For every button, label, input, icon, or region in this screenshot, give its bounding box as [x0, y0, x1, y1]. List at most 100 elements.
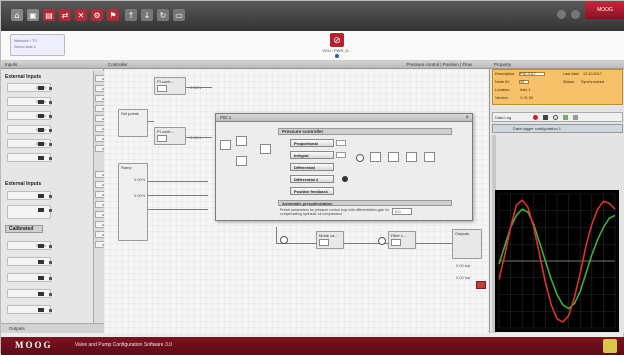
- signal-wire: [148, 209, 208, 210]
- signal-input[interactable]: [7, 205, 52, 219]
- scope-title: Data Log: [495, 115, 512, 120]
- preoptimization-field[interactable]: 0.0: [392, 208, 412, 215]
- prop-label: Location:: [495, 88, 511, 92]
- record-icon[interactable]: [533, 115, 538, 120]
- outputs-bar[interactable]: Outputs: [1, 323, 104, 333]
- prop-value: 35: [520, 80, 525, 84]
- brand-tab: MOOG: [585, 1, 624, 19]
- preoptimization-text: Preset parameters for pressure control l…: [280, 208, 390, 216]
- dialog-block[interactable]: [388, 152, 399, 162]
- block-mode-control[interactable]: Mode ca...: [316, 231, 344, 249]
- dialog-input-block[interactable]: [260, 144, 271, 154]
- signal-input[interactable]: 0.00%: [7, 83, 52, 92]
- block-filter-control[interactable]: Filter c...: [388, 231, 416, 249]
- prop-value: V 01.00: [520, 96, 534, 100]
- open-icon[interactable]: ▤: [43, 9, 55, 21]
- value-label: 0.00 bar: [456, 263, 471, 268]
- breadcrumb[interactable]: Network / TO Servo axis 1: [10, 34, 65, 56]
- signal-input[interactable]: [7, 289, 52, 298]
- positive-feedback-button[interactable]: Positive feedback: [290, 187, 334, 195]
- dialog-block[interactable]: [406, 152, 417, 162]
- summing-junction[interactable]: [356, 154, 364, 162]
- home-icon[interactable]: ⌂: [11, 9, 23, 21]
- minimize-button[interactable]: [557, 10, 566, 19]
- signal-input[interactable]: 0.00%: [7, 125, 52, 134]
- block-ramp[interactable]: Ramp: [118, 163, 148, 241]
- scope-config-bar[interactable]: Data logger configuration 1: [492, 124, 623, 133]
- refresh-icon[interactable]: ↻: [157, 9, 169, 21]
- prop-value: PID 2017: [520, 72, 536, 76]
- device-node[interactable]: ⊘ VDU / PWR_D...: [319, 33, 355, 58]
- integral-button[interactable]: Integral: [290, 151, 334, 159]
- block-pi-controller-2[interactable]: PI contr...: [154, 127, 186, 145]
- close-icon[interactable]: ×: [465, 114, 469, 122]
- block-pi-controller-1[interactable]: PI contr...: [154, 77, 186, 95]
- prop-label: Node ID:: [495, 80, 510, 84]
- signal-wire: [276, 243, 466, 244]
- canvas-title: Controller: [108, 62, 128, 67]
- scope-chart: [498, 193, 616, 329]
- summing-junction[interactable]: [280, 236, 288, 244]
- summing-junction[interactable]: [378, 237, 386, 245]
- stop-icon[interactable]: [543, 115, 548, 120]
- dialog-input-block[interactable]: [236, 156, 247, 166]
- prop-label: Version:: [495, 96, 509, 100]
- signal-input[interactable]: 0.00%: [7, 111, 52, 120]
- value-label: 0.00 bar: [456, 275, 471, 280]
- scope-display[interactable]: [495, 190, 619, 332]
- section-external-inputs-2: External Inputs: [5, 181, 42, 187]
- save-icon[interactable]: ▣: [27, 9, 39, 21]
- block-outputs[interactable]: Outputs: [452, 229, 482, 259]
- integral-value[interactable]: [336, 152, 346, 158]
- down-arrow-icon[interactable]: ↓: [141, 9, 153, 21]
- app-window: ⌂ ▣ ▤ ⇄ ✕ ⚙ ⚑ ↑ ↓ ↻ ▭ MOOG Network / TO …: [0, 0, 624, 355]
- property-panel: Description: PID 2017 Last date: 12:10:2…: [492, 69, 623, 105]
- preoptimization-header: Automatic preoptimization: [278, 200, 452, 206]
- export-icon[interactable]: [563, 115, 568, 120]
- maximize-button[interactable]: [571, 10, 580, 19]
- dialog-block[interactable]: [370, 152, 381, 162]
- inputs-pane: Inputs External Inputs 0.00% 0.00% 0.00%…: [1, 61, 104, 333]
- signal-wire: [186, 137, 212, 138]
- breadcrumb-line2: Servo axis 1: [14, 44, 37, 49]
- value-label: 0.00%: [134, 193, 146, 198]
- settings-icon[interactable]: [573, 115, 578, 120]
- flag-icon[interactable]: ⚑: [107, 9, 119, 21]
- differential-2-button[interactable]: Differential 2: [290, 175, 334, 183]
- brand-logo: MOOG: [15, 340, 53, 350]
- signal-input[interactable]: [7, 257, 52, 266]
- signal-wire: [186, 87, 212, 88]
- section-external-inputs-1: External Inputs: [5, 74, 42, 80]
- device-label: VDU / PWR_D...: [322, 48, 352, 53]
- prop-label: Last date:: [563, 72, 580, 76]
- signal-input[interactable]: [7, 191, 52, 200]
- device-icon: ⊘: [330, 33, 344, 47]
- settings-icon[interactable]: ⚙: [91, 9, 103, 21]
- signal-wire: [276, 227, 277, 243]
- signal-input[interactable]: [7, 153, 52, 162]
- signal-input[interactable]: 0.00%: [7, 139, 52, 148]
- device-status-dot: [335, 54, 339, 58]
- block-set-points[interactable]: Set points: [118, 109, 148, 137]
- corner-icon: [603, 339, 617, 353]
- signal-input[interactable]: [7, 273, 52, 282]
- signal-input[interactable]: 0.00%: [7, 241, 52, 250]
- proportional-button[interactable]: Proportional: [290, 139, 334, 147]
- connect-icon[interactable]: ⇄: [59, 9, 71, 21]
- signal-input[interactable]: 0.00%: [7, 97, 52, 106]
- differential-button[interactable]: Differential: [290, 163, 334, 171]
- dialog-block[interactable]: [424, 152, 435, 162]
- pid-dialog-title-text: PID 1: [220, 115, 232, 120]
- canvas-header-right: Pressure control | Position | Flow: [406, 62, 472, 67]
- up-arrow-icon[interactable]: ↑: [125, 9, 137, 21]
- disconnect-icon[interactable]: ✕: [75, 9, 87, 21]
- alarm-indicator: [476, 281, 486, 289]
- record-dot-icon: [342, 176, 348, 182]
- zoom-icon[interactable]: [553, 115, 558, 120]
- proportional-value[interactable]: [336, 140, 346, 146]
- signal-input[interactable]: [7, 305, 52, 314]
- dialog-input-block[interactable]: [220, 140, 231, 150]
- dialog-input-block[interactable]: [236, 136, 247, 146]
- value-label: 0.00%: [134, 177, 146, 182]
- monitor-icon[interactable]: ▭: [173, 9, 185, 21]
